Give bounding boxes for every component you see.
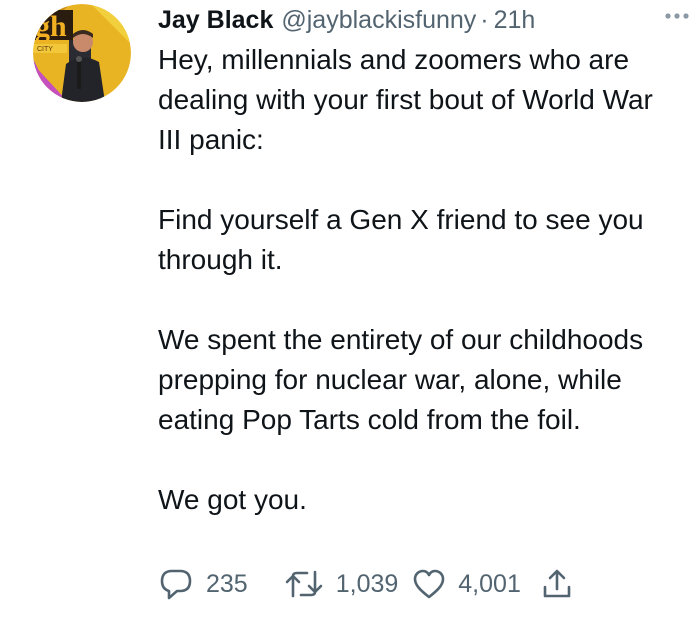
retweet-button[interactable]: 1,039 [284, 567, 399, 601]
retweet-icon [285, 570, 323, 598]
tweet-paragraph: We spent the entirety of our childhoods … [158, 324, 644, 435]
tweet-actions: 235 1,039 4,001 [158, 562, 573, 606]
header-separator: · [480, 5, 489, 34]
tweet-timestamp[interactable]: 21h [494, 6, 536, 35]
tweet-paragraph: Hey, millennials and zoomers who are dea… [158, 44, 653, 155]
retweet-count: 1,039 [335, 569, 399, 598]
more-dots-icon [665, 13, 689, 19]
avatar[interactable]: gh CITY [33, 4, 131, 102]
more-options-button[interactable] [662, 6, 692, 26]
tweet-paragraph: Find yourself a Gen X friend to see you … [158, 204, 644, 275]
reply-button[interactable]: 235 [158, 567, 248, 601]
svg-text:gh: gh [35, 10, 67, 43]
tweet-text: Hey, millennials and zoomers who are dea… [158, 40, 678, 520]
heart-icon [413, 569, 445, 599]
author-handle[interactable]: @jayblackisfunny [281, 6, 476, 35]
share-button[interactable] [541, 567, 573, 601]
tweet-header: Jay Black @jayblackisfunny · 21h [158, 2, 690, 38]
reply-icon [160, 569, 192, 600]
like-button[interactable]: 4,001 [412, 568, 521, 600]
reply-count: 235 [206, 569, 248, 598]
like-count: 4,001 [458, 569, 521, 598]
tweet-paragraph: We got you. [158, 484, 307, 515]
share-icon [543, 569, 571, 598]
author-name[interactable]: Jay Black [158, 6, 273, 35]
svg-text:CITY: CITY [37, 46, 53, 53]
avatar-image: gh CITY [33, 4, 131, 102]
